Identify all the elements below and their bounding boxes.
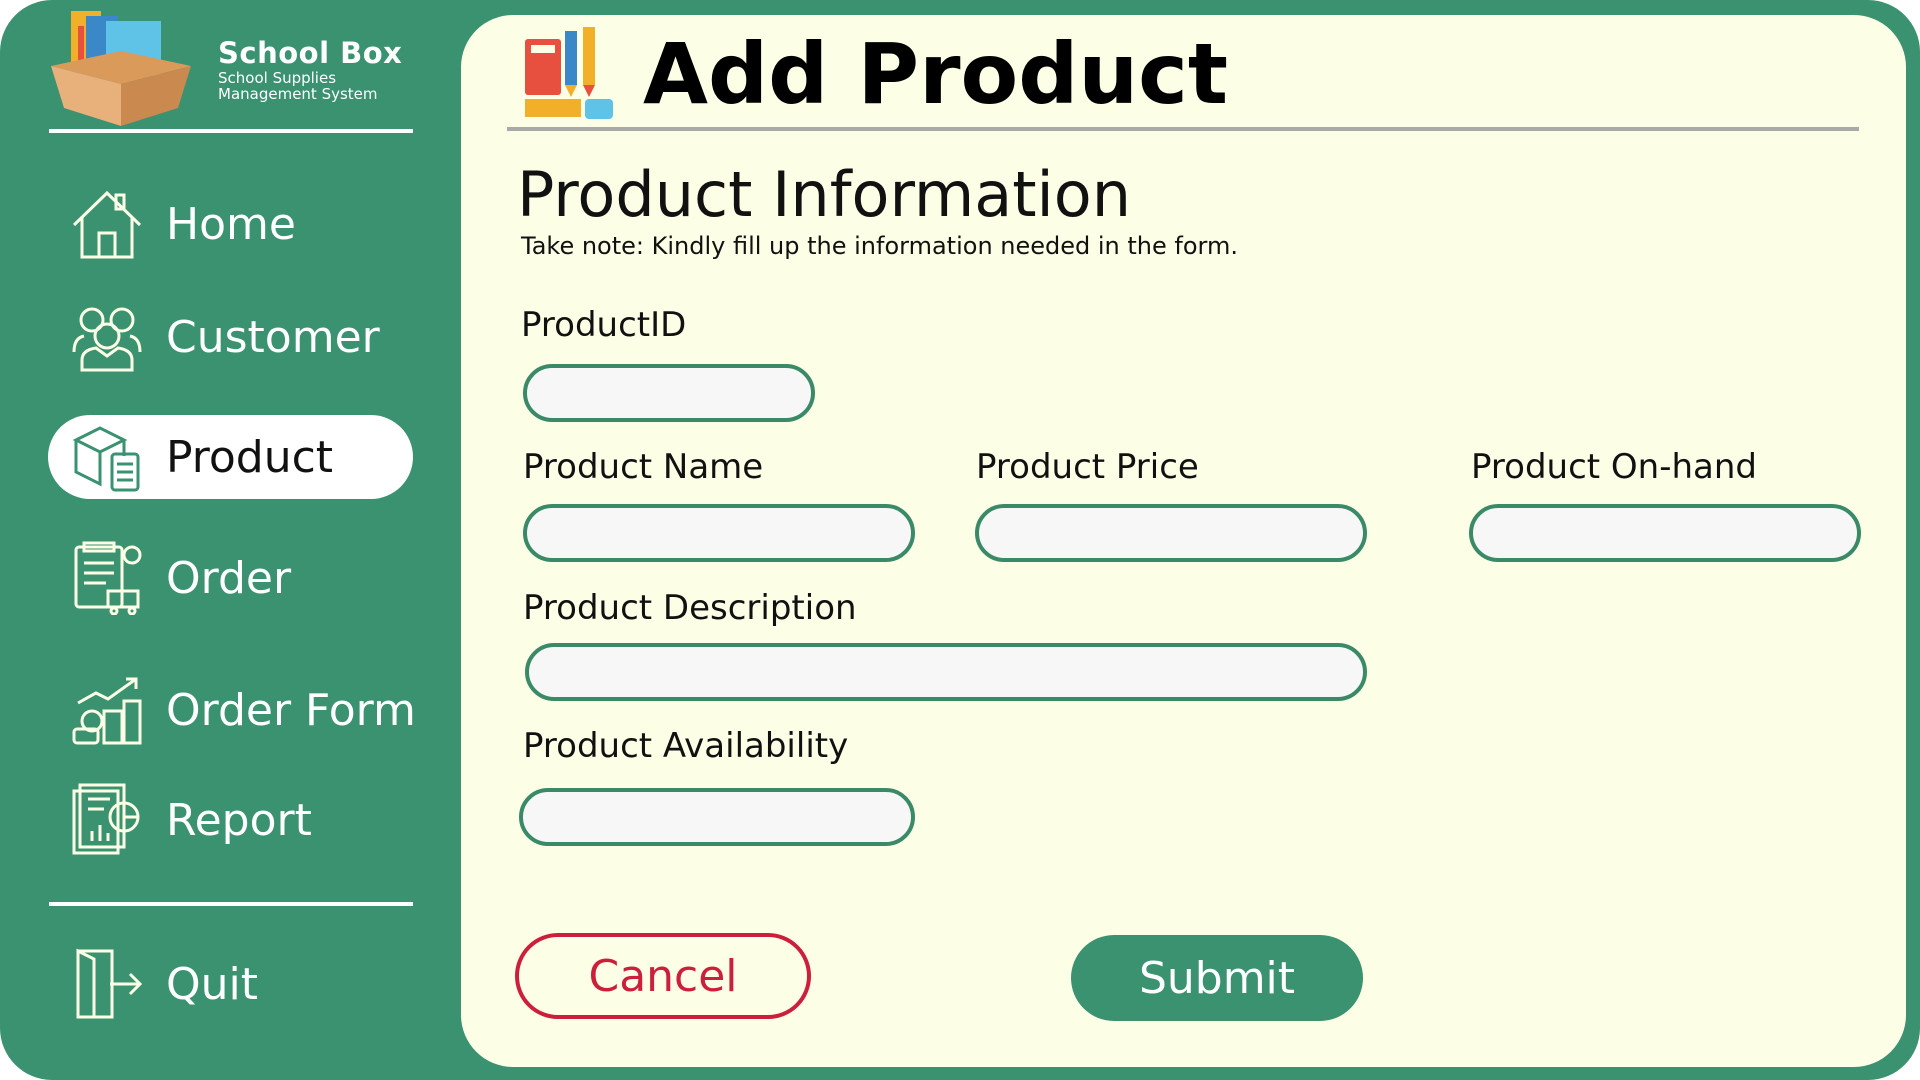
page-title: Add Product xyxy=(643,25,1229,123)
product-onhand-input[interactable] xyxy=(1469,504,1861,562)
sidebar-item-home[interactable]: Home xyxy=(48,182,413,266)
product-description-input[interactable] xyxy=(525,643,1367,701)
product-id-label: ProductID xyxy=(521,305,687,345)
school-box-logo-icon xyxy=(51,11,191,126)
product-name-input[interactable] xyxy=(523,504,915,562)
product-availability-input[interactable] xyxy=(519,788,915,846)
coins-growth-icon xyxy=(72,677,142,745)
school-supplies-icon xyxy=(525,27,613,119)
report-chart-icon xyxy=(72,783,140,855)
main-panel: Add Product Product Information Take not… xyxy=(461,15,1906,1067)
product-onhand-label: Product On-hand xyxy=(1471,447,1757,487)
sidebar-item-order[interactable]: Order xyxy=(48,536,413,620)
sidebar-item-quit[interactable]: Quit xyxy=(48,942,413,1026)
logo-title: School Box xyxy=(218,36,403,70)
product-name-label: Product Name xyxy=(523,447,764,487)
product-availability-label: Product Availability xyxy=(523,726,849,766)
customers-icon xyxy=(72,307,142,372)
submit-button[interactable]: Submit xyxy=(1071,935,1363,1021)
product-id-input[interactable] xyxy=(523,364,815,422)
product-box-icon xyxy=(72,426,140,492)
form-note: Take note: Kindly fill up the informatio… xyxy=(521,232,1238,260)
product-description-label: Product Description xyxy=(523,588,857,628)
sidebar-item-label: Order Form xyxy=(166,684,416,736)
app-window: School Box School Supplies Management Sy… xyxy=(0,0,1920,1080)
logo-subtitle: School Supplies Management System xyxy=(218,70,438,102)
sidebar-item-customer[interactable]: Customer xyxy=(48,295,413,379)
sidebar-item-report[interactable]: Report xyxy=(48,778,413,862)
sidebar-divider-bottom xyxy=(49,902,413,906)
cancel-button[interactable]: Cancel xyxy=(515,933,811,1019)
sidebar-item-label: Home xyxy=(166,198,296,250)
logo-subtitle-line2: Management System xyxy=(218,85,378,103)
sidebar-item-product[interactable]: Product xyxy=(48,415,413,499)
sidebar-item-label: Quit xyxy=(166,958,258,1010)
sidebar-item-label: Customer xyxy=(166,311,380,363)
logo-subtitle-line1: School Supplies xyxy=(218,69,337,87)
sidebar-item-order-form[interactable]: Order Form xyxy=(48,668,416,752)
header-divider xyxy=(507,127,1859,131)
sidebar-divider-top xyxy=(49,129,413,133)
home-icon xyxy=(72,190,142,259)
sidebar-item-label: Report xyxy=(166,794,312,846)
exit-door-icon xyxy=(76,948,143,1019)
sidebar-item-label: Product xyxy=(166,431,334,483)
product-price-input[interactable] xyxy=(975,504,1367,562)
app-logo: School Box School Supplies Management Sy… xyxy=(46,6,416,130)
product-price-label: Product Price xyxy=(976,447,1199,487)
order-clipboard-icon xyxy=(74,541,142,615)
section-title: Product Information xyxy=(517,158,1132,231)
sidebar-item-label: Order xyxy=(166,552,292,604)
